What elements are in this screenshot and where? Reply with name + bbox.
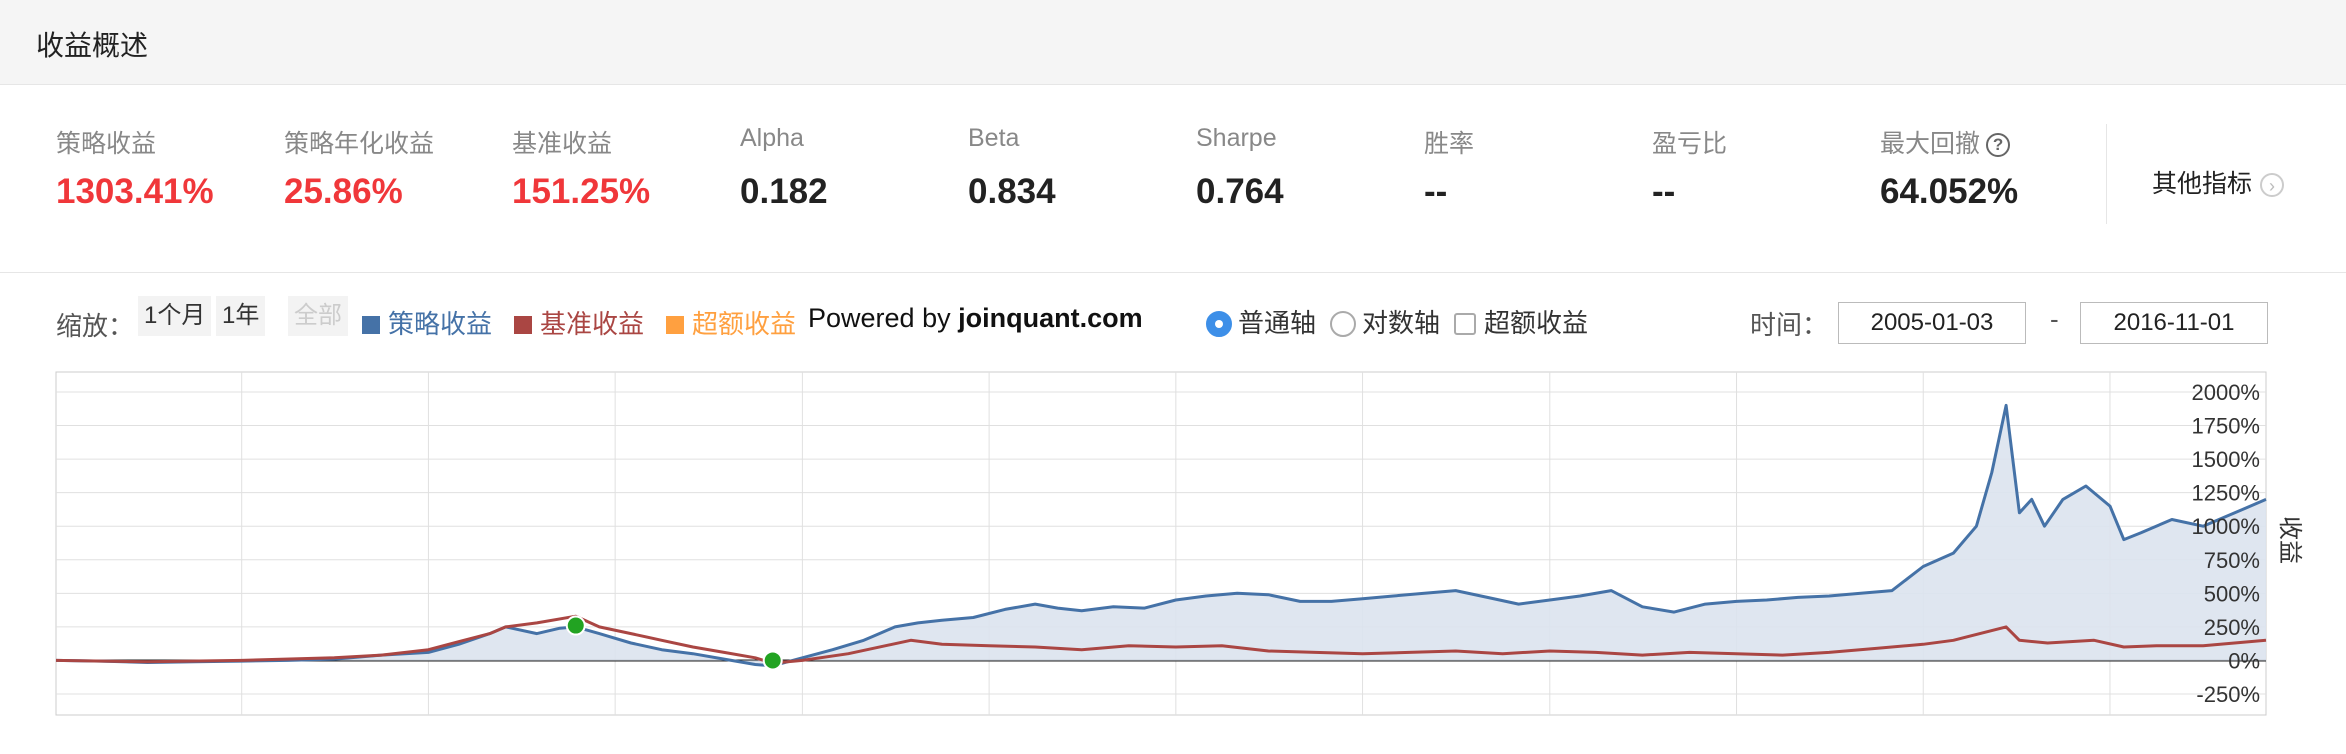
metric-label: 最大回撤? (1880, 124, 2100, 158)
metric-value: 0.182 (740, 172, 828, 211)
time-label: 时间： (1750, 310, 1829, 340)
drawdown-marker (565, 615, 586, 636)
metric-max-drawdown: 最大回撤? 64.052% (1880, 124, 2100, 212)
metric-benchmark-return: 基准收益 151.25% (512, 124, 732, 212)
other-metrics-label: 其他指标 (2152, 170, 2253, 198)
date-end-input[interactable]: 2016-11-01 (2080, 302, 2268, 344)
checkbox-excess-return[interactable]: 超额收益 (1454, 303, 1588, 340)
metric-value: 0.834 (968, 172, 1056, 211)
legend-swatch (666, 316, 684, 334)
y-tick-label: -250% (2196, 682, 2260, 707)
legend-swatch (362, 316, 380, 334)
metric-label: 盈亏比 (1652, 130, 1728, 158)
radio-label: 普通轴 (1238, 308, 1317, 338)
zoom-1-year-button[interactable]: 1年 (216, 296, 266, 336)
metric-value: 25.86% (284, 172, 403, 211)
metric-profit-loss-ratio: 盈亏比 -- (1652, 124, 1872, 212)
plot-area (55, 371, 2267, 716)
legend-benchmark[interactable]: 基准收益 (514, 304, 644, 341)
other-metrics-link[interactable]: 其他指标 › (2152, 164, 2285, 200)
divider (2106, 124, 2107, 224)
returns-overview-panel: 收益概述 策略收益 1303.41% 策略年化收益 25.86% 基准收益 15… (0, 0, 2346, 754)
metric-annualized-return: 策略年化收益 25.86% (284, 124, 504, 212)
y-tick-label: 500% (2204, 581, 2260, 606)
y-tick-label: 1000% (2191, 514, 2260, 539)
y-tick-label: 0% (2228, 648, 2260, 673)
metric-label: Beta (968, 124, 1020, 152)
metric-sharpe: Sharpe 0.764 (1196, 124, 1416, 212)
title-bar: 收益概述 (0, 0, 2346, 85)
radio-log-axis[interactable]: 对数轴 (1330, 303, 1440, 340)
radio-normal-axis[interactable]: 普通轴 (1206, 303, 1316, 340)
chevron-right-circle-icon: › (2260, 173, 2285, 198)
metric-label: 基准收益 (512, 130, 613, 158)
date-range-dash: - (2050, 304, 2059, 334)
metric-value: 151.25% (512, 172, 651, 211)
y-tick-label: 2000% (2191, 380, 2260, 405)
powered-by-credit: Powered by joinquant.com (808, 303, 1143, 334)
checkbox-label: 超额收益 (1484, 308, 1589, 338)
radio-selected-icon (1206, 311, 1232, 337)
zoom-label: 缩放： (56, 311, 135, 341)
metric-value: -- (1652, 172, 1676, 211)
metrics-row: 策略收益 1303.41% 策略年化收益 25.86% 基准收益 151.25%… (0, 84, 2346, 273)
legend-strategy[interactable]: 策略收益 (362, 304, 492, 341)
y-tick-label: 750% (2204, 548, 2260, 573)
y-tick-label: 1750% (2191, 414, 2260, 439)
zoom-1-month-button[interactable]: 1个月 (138, 296, 212, 336)
legend-label: 超额收益 (692, 309, 797, 339)
y-tick-label: 1500% (2191, 447, 2260, 472)
date-start-input[interactable]: 2005-01-03 (1838, 302, 2026, 344)
metric-value: 1303.41% (56, 172, 214, 211)
legend-label: 基准收益 (540, 309, 645, 339)
metric-label: 策略年化收益 (284, 130, 435, 158)
metric-win-rate: 胜率 -- (1424, 124, 1644, 212)
powered-prefix: Powered by (808, 303, 959, 333)
metric-value: 64.052% (1880, 172, 2019, 211)
checkbox-icon (1454, 313, 1476, 335)
radio-unselected-icon (1330, 311, 1356, 337)
metric-beta: Beta 0.834 (968, 124, 1188, 212)
drawdown-marker (762, 650, 783, 671)
metric-label: Sharpe (1196, 124, 1277, 152)
question-circle-icon[interactable]: ? (1986, 133, 2011, 158)
chart-toolbar: 缩放： 1个月 1年 全部 策略收益 基准收益 超额收益 Powered by … (0, 290, 2346, 350)
legend-label: 策略收益 (388, 309, 493, 339)
legend-swatch (514, 316, 532, 334)
metric-label-text: 最大回撤 (1880, 130, 1981, 158)
metric-value: 0.764 (1196, 172, 1284, 211)
metric-value: -- (1424, 172, 1448, 211)
powered-site: joinquant.com (958, 303, 1143, 333)
metric-alpha: Alpha 0.182 (740, 124, 960, 212)
metric-strategy-return: 策略收益 1303.41% (56, 124, 276, 212)
y-tick-label: 1250% (2191, 481, 2260, 506)
metric-label: 策略收益 (56, 130, 157, 158)
y-tick-label: 250% (2204, 615, 2260, 640)
metric-label: 胜率 (1424, 130, 1475, 158)
returns-chart: 2000% 1750% 1500% 1250% 1000% 750% 500% 250% 0% -… (55, 371, 2304, 716)
y-axis-title: 收益 (2276, 516, 2304, 564)
panel-title: 收益概述 (36, 30, 149, 61)
zoom-all-button[interactable]: 全部 (288, 296, 348, 336)
legend-excess[interactable]: 超额收益 (666, 304, 796, 341)
metric-label: Alpha (740, 124, 804, 152)
radio-label: 对数轴 (1362, 308, 1441, 338)
